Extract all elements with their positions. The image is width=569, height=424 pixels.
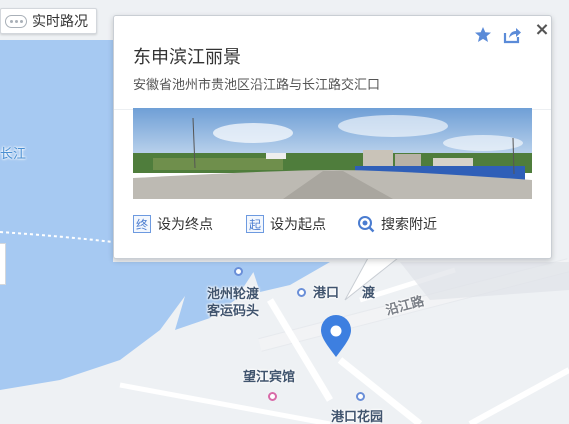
place-address: 安徽省池州市贵池区沿江路与长江路交汇口 [133, 78, 381, 93]
port-ferry-label[interactable]: 港口 [313, 282, 339, 301]
share-icon[interactable] [502, 25, 522, 45]
search-icon [358, 216, 375, 233]
traffic-toggle-button[interactable]: 实时路况 [0, 8, 97, 34]
port-ferry-label-tail[interactable]: 渡 [362, 282, 375, 301]
ferry-terminal-label-line2[interactable]: 客运码头 [207, 300, 259, 319]
hotel-label[interactable]: 望江宾馆 [243, 366, 295, 385]
close-icon[interactable]: × [532, 20, 552, 40]
set-destination-button[interactable]: 终 设为终点 [133, 214, 213, 234]
set-origin-button[interactable]: 起 设为起点 [246, 214, 326, 234]
river-label: 长江 [0, 147, 27, 162]
set-destination-label: 设为终点 [157, 217, 213, 233]
street-view-photo[interactable] [133, 108, 532, 199]
traffic-icon [5, 14, 27, 28]
search-nearby-button[interactable]: 搜索附近 [357, 214, 437, 234]
garden-label[interactable]: 港口花园 [331, 406, 383, 424]
place-title: 东申滨江丽景 [133, 47, 241, 68]
place-info-popup: 东申滨江丽景 安徽省池州市贵池区沿江路与长江路交汇口 × 终 设为终点 起 设为… [113, 15, 552, 259]
ferry-terminal-dot [234, 267, 243, 276]
star-icon[interactable] [473, 25, 493, 45]
garden-dot [356, 392, 365, 401]
traffic-toggle-label: 实时路况 [32, 14, 88, 30]
set-origin-label: 设为起点 [270, 217, 326, 233]
origin-badge: 起 [246, 215, 264, 233]
port-ferry-dot [297, 288, 306, 297]
destination-badge: 终 [133, 215, 151, 233]
side-panel-tab[interactable] [0, 243, 6, 285]
hotel-dot [268, 392, 277, 401]
search-nearby-label: 搜索附近 [381, 217, 437, 233]
